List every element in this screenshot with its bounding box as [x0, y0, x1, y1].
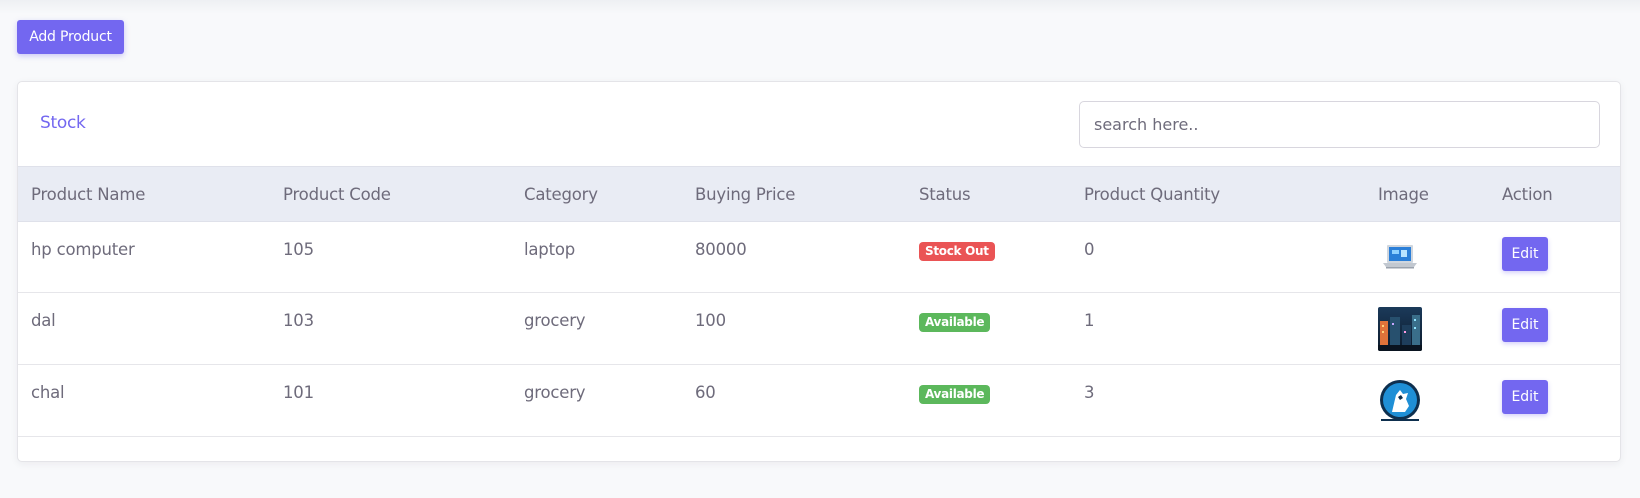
cell-action: Edit [1489, 364, 1620, 437]
cell-buying-price: 60 [682, 364, 906, 437]
card-header: Stock [18, 82, 1620, 166]
cell-buying-price: 80000 [682, 221, 906, 293]
cell-product-quantity: 0 [1071, 221, 1365, 293]
cell-product-name: dal [18, 292, 270, 365]
cell-category: grocery [511, 292, 682, 365]
cell-buying-price: 100 [682, 292, 906, 365]
cell-product-name: chal [18, 364, 270, 437]
cell-image [1365, 221, 1489, 293]
column-header-buying-price[interactable]: Buying Price [682, 166, 906, 222]
edit-button[interactable]: Edit [1502, 308, 1548, 342]
table-row: chal 101 grocery 60 Available 3 Edit [18, 364, 1620, 437]
column-header-category[interactable]: Category [511, 166, 682, 222]
status-badge: Available [919, 385, 991, 404]
column-header-action[interactable]: Action [1489, 166, 1620, 222]
edit-button[interactable]: Edit [1502, 380, 1548, 414]
cell-product-code: 101 [270, 364, 511, 437]
cell-product-code: 105 [270, 221, 511, 293]
status-badge: Stock Out [919, 242, 995, 261]
column-header-status[interactable]: Status [906, 166, 1071, 222]
stock-table: Product Name Product Code Category Buyin… [18, 166, 1620, 437]
cell-product-code: 103 [270, 292, 511, 365]
cell-status: Stock Out [906, 221, 1071, 293]
cell-status: Available [906, 364, 1071, 437]
topbar-shadow [0, 0, 1640, 14]
cell-status: Available [906, 292, 1071, 365]
table-row: hp computer 105 laptop 80000 Stock Out 0 [18, 221, 1620, 293]
night-city-product-image[interactable] [1378, 307, 1422, 351]
status-badge: Available [919, 313, 991, 332]
cell-action: Edit [1489, 221, 1620, 293]
cell-product-name: hp computer [18, 221, 270, 293]
cell-product-quantity: 3 [1071, 364, 1365, 437]
cell-image [1365, 364, 1489, 437]
table-header-row: Product Name Product Code Category Buyin… [18, 166, 1620, 222]
cell-action: Edit [1489, 292, 1620, 365]
cell-category: grocery [511, 364, 682, 437]
column-header-image[interactable]: Image [1365, 166, 1489, 222]
column-header-product-quantity[interactable]: Product Quantity [1071, 166, 1365, 222]
cell-image [1365, 292, 1489, 365]
cell-category: laptop [511, 221, 682, 293]
search-input[interactable] [1079, 101, 1600, 148]
edit-button[interactable]: Edit [1502, 237, 1548, 271]
cell-product-quantity: 1 [1071, 292, 1365, 365]
column-header-product-code[interactable]: Product Code [270, 166, 511, 222]
laptop-product-image[interactable] [1378, 236, 1422, 280]
column-header-product-name[interactable]: Product Name [18, 166, 270, 222]
add-product-button[interactable]: Add Product [17, 20, 124, 54]
table-row: dal 103 grocery 100 Available 1 Edit [18, 292, 1620, 365]
wolf-logo-product-image[interactable] [1378, 379, 1422, 423]
stock-card: Stock Product Name Product Code Category… [17, 81, 1621, 462]
card-title: Stock [40, 113, 86, 133]
